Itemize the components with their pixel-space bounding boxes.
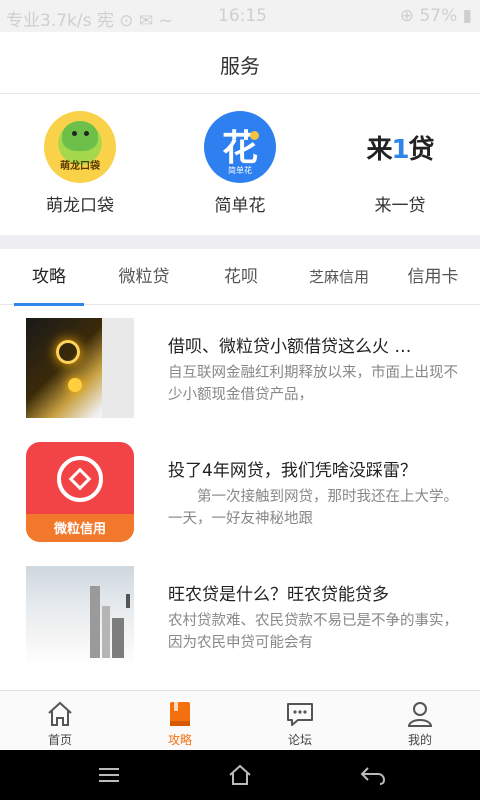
- book-icon: [170, 702, 190, 726]
- tab-zhima-credit[interactable]: 芝麻信用: [296, 249, 382, 305]
- status-left: 专业3.7k/s 宪 ⊙ ✉ ~: [6, 11, 173, 31]
- menu-icon[interactable]: [94, 762, 124, 788]
- system-navigation-bar: [0, 750, 480, 800]
- weili-credit-image: 微粒信用: [26, 442, 134, 542]
- services-row: 萌龙口袋 萌龙口袋 花 简单花 简单花 来1贷 来一贷: [0, 95, 480, 235]
- category-tabs: 攻略 微粒贷 花呗 芝麻信用 信用卡: [0, 249, 480, 306]
- home-button-icon[interactable]: [225, 762, 255, 788]
- bottom-navigation: 首页 攻略 论坛 我的: [0, 690, 480, 750]
- article-title: 借呗、微粒贷小额借贷这么火 …: [168, 337, 412, 357]
- status-bar: 专业3.7k/s 宪 ⊙ ✉ ~ 16:15 ⊕ 57% ▮: [0, 0, 480, 32]
- service-label: 来一贷: [374, 196, 426, 216]
- service-menglong[interactable]: 萌龙口袋 萌龙口袋: [0, 111, 160, 221]
- status-right: ⊕ 57% ▮: [399, 6, 472, 26]
- article-title: 旺农贷是什么？旺农贷能贷多: [168, 585, 389, 605]
- tab-huabei[interactable]: 花呗: [206, 249, 276, 305]
- finance-hand-image: [26, 318, 134, 418]
- user-icon: [407, 702, 433, 727]
- laiyidai-logo: 来1贷: [366, 135, 434, 165]
- home-icon: [48, 701, 72, 726]
- nav-mine[interactable]: 我的: [360, 691, 480, 751]
- jiandanhua-logo: 花 简单花: [204, 111, 276, 183]
- active-tab-indicator: [14, 303, 84, 306]
- tab-credit-card[interactable]: 信用卡: [396, 249, 470, 305]
- jiandanhua-logo-subtext: 简单花: [228, 166, 252, 175]
- article-item[interactable]: 旺农贷是什么？旺农贷能贷多 农村贷款难、农民贷款不易已是不争的事实，因为农民申贷…: [0, 556, 480, 680]
- nav-forum[interactable]: 论坛: [240, 691, 360, 751]
- menglong-logo-text: 萌龙口袋: [60, 161, 100, 172]
- article-summary: 第一次接触到网贷，那时我还在上大学。一天，一好友神秘地跟: [168, 489, 458, 527]
- tab-weilidai[interactable]: 微粒贷: [104, 249, 184, 305]
- article-item[interactable]: 微粒信用 投了4年网贷，我们凭啥没踩雷？ 第一次接触到网贷，那时我还在上大学。一…: [0, 432, 480, 556]
- menglong-logo: 萌龙口袋: [44, 111, 116, 183]
- dragon-mascot-icon: [62, 121, 98, 151]
- tab-gonglue[interactable]: 攻略: [14, 249, 84, 306]
- article-item[interactable]: 借呗、微粒贷小额借贷这么火 … 自互联网金融红利期释放以来，市面上出现不少小额现…: [0, 308, 480, 432]
- status-time: 16:15: [218, 6, 267, 26]
- page-title: 服务: [220, 54, 260, 78]
- city-skyline-image: [26, 566, 134, 666]
- article-summary: 农村贷款难、农民贷款不易已是不争的事实，因为农民申贷可能会有: [168, 613, 458, 651]
- nav-home[interactable]: 首页: [0, 691, 120, 751]
- section-divider: [0, 235, 480, 249]
- weili-credit-brand: 微粒信用: [53, 522, 106, 537]
- jiandanhua-logo-char: 花: [221, 128, 258, 169]
- service-label: 简单花: [214, 196, 266, 216]
- chat-icon: [287, 703, 313, 726]
- back-icon[interactable]: [358, 762, 388, 788]
- service-label: 萌龙口袋: [46, 196, 114, 216]
- service-laiyidai[interactable]: 来1贷 来一贷: [320, 111, 480, 221]
- page-header: 服务: [0, 32, 480, 94]
- article-summary: 自互联网金融红利期释放以来，市面上出现不少小额现金借贷产品，: [168, 365, 458, 403]
- article-title: 投了4年网贷，我们凭啥没踩雷？: [168, 461, 417, 481]
- service-jiandanhua[interactable]: 花 简单花 简单花: [160, 111, 320, 221]
- nav-guide[interactable]: 攻略: [120, 691, 240, 751]
